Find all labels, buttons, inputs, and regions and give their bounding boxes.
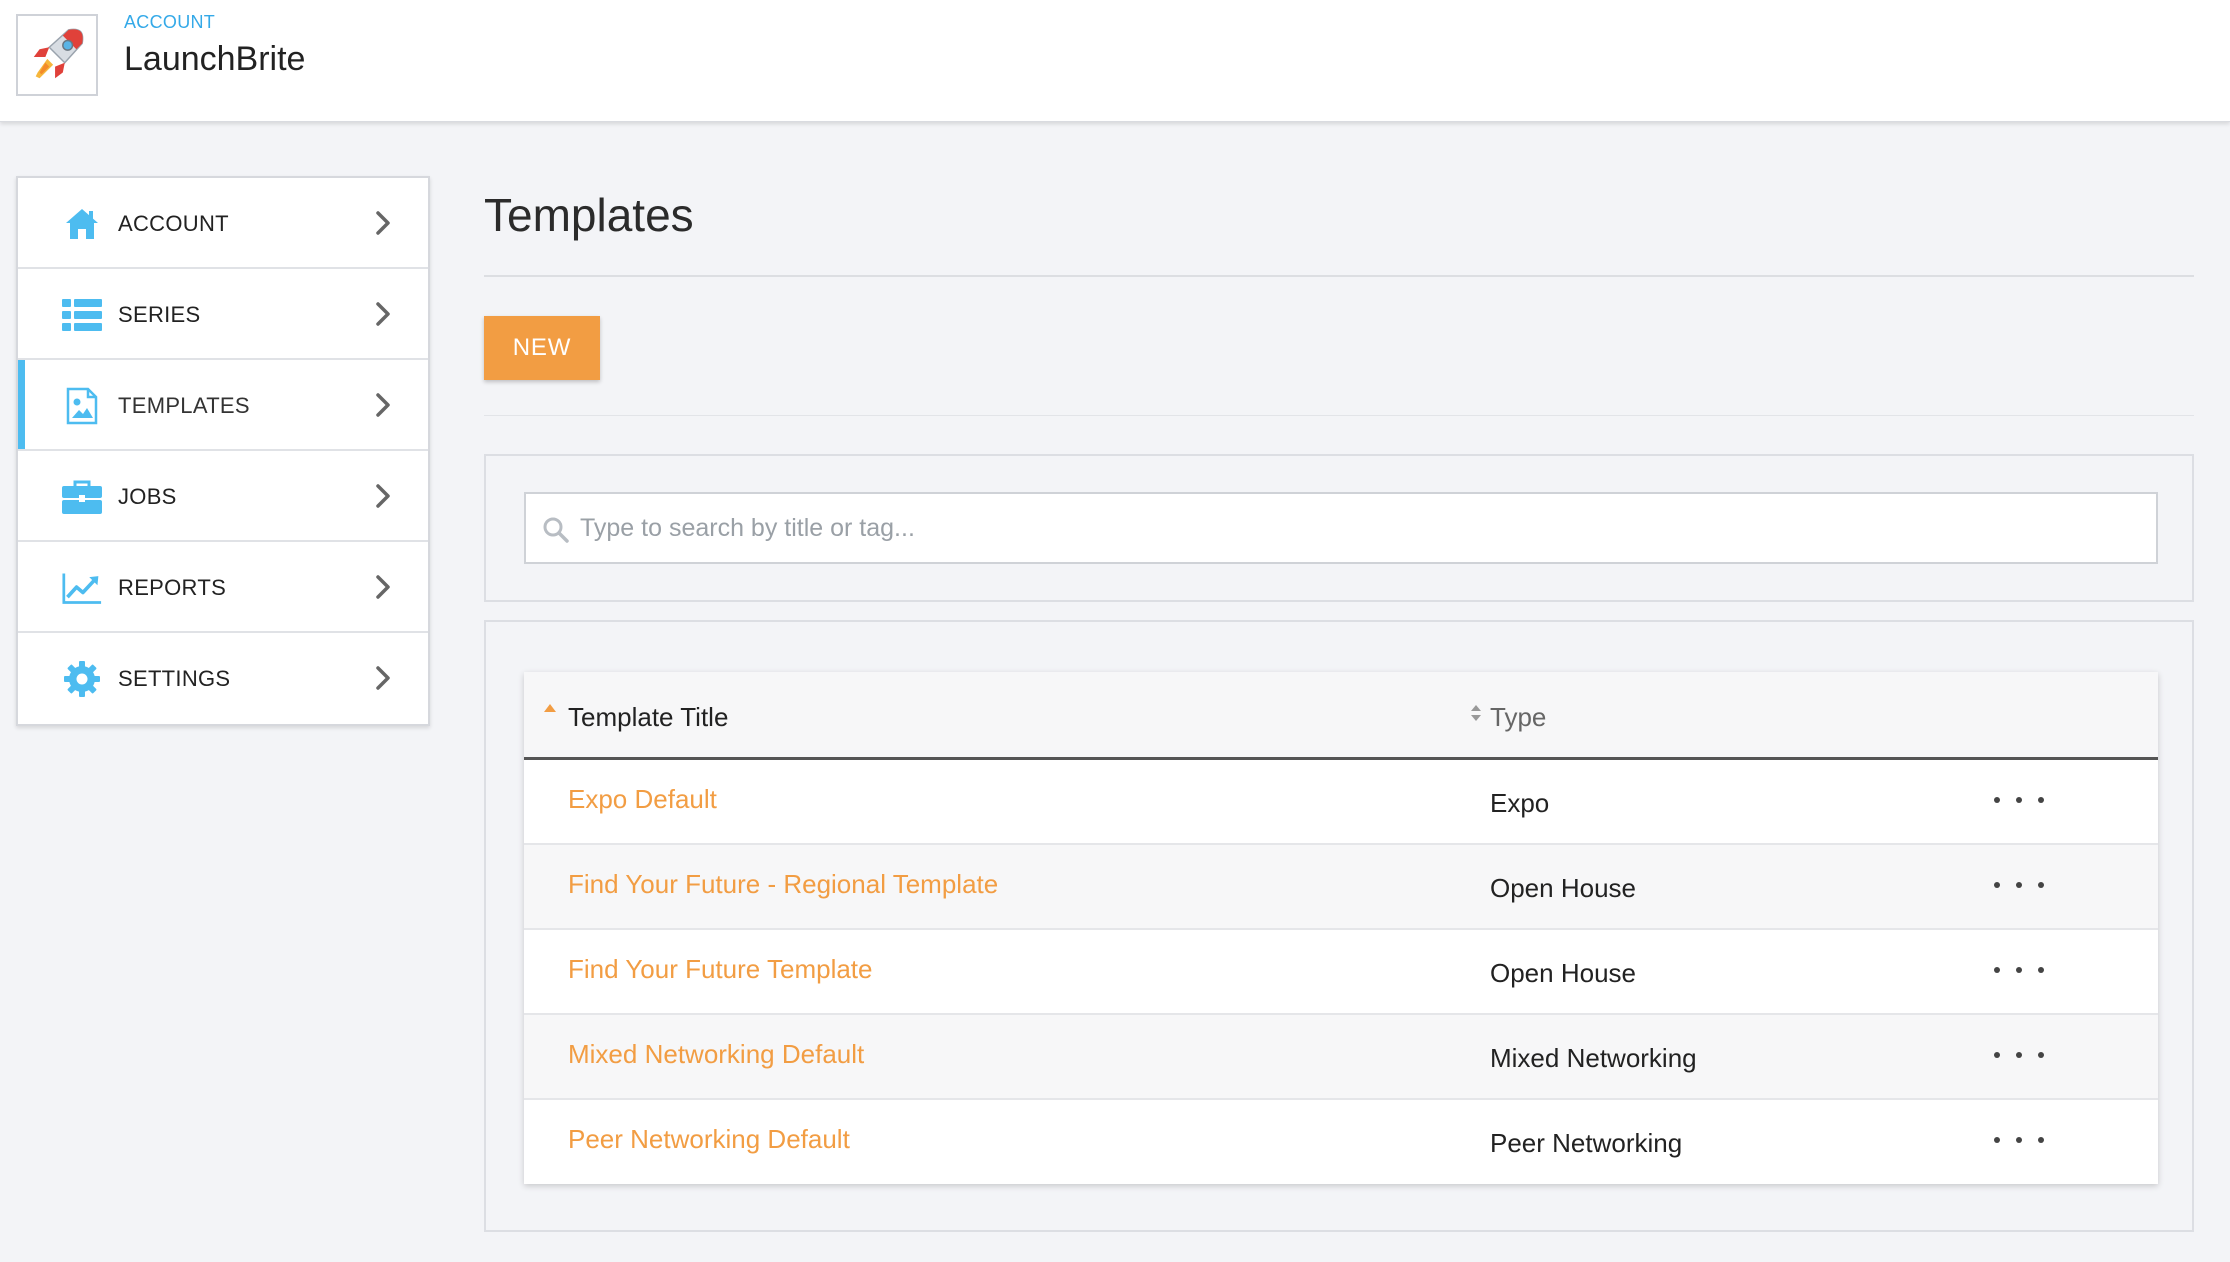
sidebar-item-series[interactable]: SERIES: [18, 269, 428, 360]
trend-chart-icon: [62, 568, 102, 608]
template-title-link[interactable]: Expo Default: [568, 784, 717, 815]
sidebar-item-label: ACCOUNT: [118, 211, 229, 236]
table-header: Template Title Type: [524, 672, 2158, 760]
chevron-right-icon: [376, 575, 390, 599]
ellipsis-icon[interactable]: [1994, 956, 2044, 984]
table-row: Find Your Future Template Open House: [524, 930, 2158, 1015]
divider: [484, 275, 2194, 277]
search-box[interactable]: [524, 492, 2158, 564]
sidebar-item-settings[interactable]: SETTINGS: [18, 633, 428, 724]
sidebar-item-reports[interactable]: REPORTS: [18, 542, 428, 633]
divider: [484, 415, 2194, 416]
table-row: Peer Networking Default Peer Networking: [524, 1100, 2158, 1185]
sidebar-item-label: SERIES: [118, 302, 201, 327]
rocket-icon: [33, 28, 84, 79]
table-row: Mixed Networking Default Mixed Networkin…: [524, 1015, 2158, 1100]
chevron-right-icon: [376, 302, 390, 326]
sidebar-item-label: TEMPLATES: [118, 393, 250, 418]
template-title-link[interactable]: Peer Networking Default: [568, 1124, 850, 1155]
gear-icon: [62, 659, 102, 699]
template-type: Open House: [1490, 873, 1636, 903]
search-panel: [484, 454, 2194, 602]
sidebar-item-templates[interactable]: TEMPLATES: [18, 360, 428, 451]
template-type: Mixed Networking: [1490, 1043, 1697, 1073]
list-icon: [62, 295, 102, 335]
new-template-button[interactable]: NEW: [484, 316, 600, 380]
search-input[interactable]: [580, 494, 2140, 562]
sidebar-item-label: SETTINGS: [118, 666, 231, 691]
template-title-link[interactable]: Mixed Networking Default: [568, 1039, 864, 1070]
chevron-right-icon: [376, 484, 390, 508]
top-header: ACCOUNT LaunchBrite: [0, 0, 2230, 122]
ellipsis-icon[interactable]: [1994, 1126, 2044, 1154]
chevron-right-icon: [376, 666, 390, 690]
template-title-link[interactable]: Find Your Future - Regional Template: [568, 869, 998, 900]
account-logo[interactable]: [16, 14, 98, 96]
home-icon: [62, 204, 102, 244]
ellipsis-icon[interactable]: [1994, 871, 2044, 899]
sort-ascending-icon: [544, 704, 556, 712]
template-type: Open House: [1490, 958, 1636, 988]
sidebar-nav: ACCOUNT SERIES TEMPLATES JOBS REPORTS SE…: [16, 176, 430, 726]
breadcrumb[interactable]: ACCOUNT: [124, 12, 215, 33]
template-type: Peer Networking: [1490, 1128, 1683, 1158]
briefcase-icon: [62, 477, 102, 517]
sidebar-item-label: REPORTS: [118, 575, 227, 600]
column-header-type[interactable]: Type: [1490, 702, 1546, 733]
search-icon: [543, 517, 569, 543]
template-type: Expo: [1490, 788, 1550, 818]
chevron-right-icon: [376, 393, 390, 417]
table-row: Find Your Future - Regional Template Ope…: [524, 845, 2158, 930]
image-file-icon: [62, 386, 102, 426]
page-title: Templates: [484, 189, 694, 241]
sidebar-item-label: JOBS: [118, 484, 177, 509]
template-title-link[interactable]: Find Your Future Template: [568, 954, 872, 985]
column-header-template-title[interactable]: Template Title: [568, 702, 728, 733]
sort-icon: [1471, 705, 1481, 721]
templates-table: Template Title Type Expo Default Expo Fi…: [524, 672, 2158, 1184]
templates-table-panel: Template Title Type Expo Default Expo Fi…: [484, 620, 2194, 1232]
ellipsis-icon[interactable]: [1994, 786, 2044, 814]
account-title: LaunchBrite: [124, 40, 306, 78]
table-row: Expo Default Expo: [524, 760, 2158, 845]
sidebar-item-jobs[interactable]: JOBS: [18, 451, 428, 542]
ellipsis-icon[interactable]: [1994, 1041, 2044, 1069]
sidebar-item-account[interactable]: ACCOUNT: [18, 178, 428, 269]
chevron-right-icon: [376, 211, 390, 235]
